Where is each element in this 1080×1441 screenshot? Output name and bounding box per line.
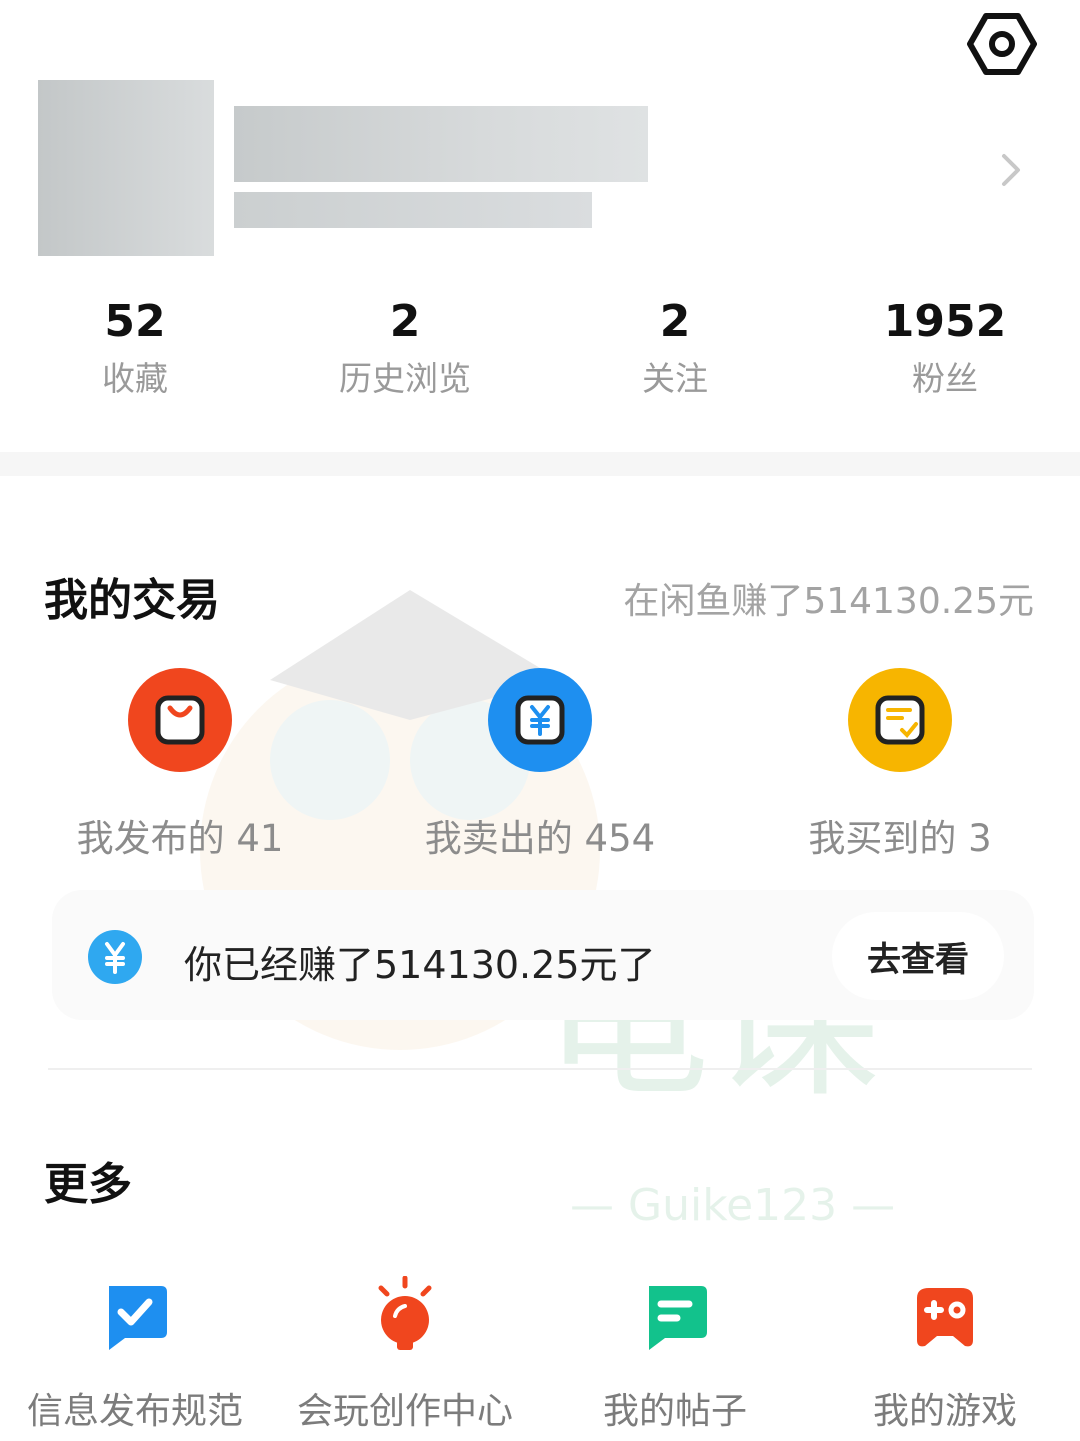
lightbulb-icon [365,1275,445,1356]
more-item-label: 我的帖子 [602,1391,747,1432]
username-blurred [234,106,648,182]
stat-favorites[interactable]: 52 收藏 [0,292,270,404]
check-badge-icon [95,1276,175,1356]
trades-earnings-summary: 在闲鱼赚了514130.25元 [623,581,1034,622]
stat-value: 52 [104,296,166,347]
watermark-subtext: — Guike123 — [570,1180,895,1231]
trades-title: 我的交易 [44,575,220,626]
more-item-my-games[interactable]: 我的游戏 [810,1276,1080,1434]
settings-button[interactable] [966,8,1038,80]
profile-stats: 52 收藏 2 历史浏览 2 关注 1952 粉丝 [0,292,1080,412]
user-subtitle-blurred [234,192,592,228]
divider-line [48,1068,1032,1070]
settings-icon [967,13,1037,75]
receipt-check-icon [848,668,952,772]
more-item-label: 信息发布规范 [26,1391,243,1432]
trade-item-bought[interactable]: 我买到的 3 [740,668,1060,862]
stat-label: 收藏 [102,359,168,398]
trade-item-sold[interactable]: 我卖出的 454 [380,668,700,862]
trade-item-published[interactable]: 我发布的 41 [20,668,340,862]
more-item-my-posts[interactable]: 我的帖子 [540,1276,810,1434]
yuan-card-icon [488,668,592,772]
shopping-bag-icon [128,668,232,772]
trade-item-label: 我买到的 3 [808,817,992,860]
view-earnings-button[interactable]: 去查看 [832,912,1004,1000]
more-item-creator-center[interactable]: 会玩创作中心 [270,1275,540,1434]
stat-history[interactable]: 2 历史浏览 [270,292,540,404]
stat-following[interactable]: 2 关注 [540,292,810,404]
trade-item-label: 我发布的 41 [76,817,284,860]
more-item-posting-rules[interactable]: 信息发布规范 [0,1276,270,1434]
earnings-text: 你已经赚了514130.25元了 [184,943,656,987]
chat-post-icon [635,1276,715,1356]
profile-chevron-right-icon[interactable] [996,150,1026,190]
more-title: 更多 [44,1159,132,1210]
stat-fans[interactable]: 1952 粉丝 [810,292,1080,404]
more-item-label: 我的游戏 [872,1391,1017,1432]
more-item-label: 会玩创作中心 [296,1391,513,1432]
gamepad-icon [905,1276,985,1356]
stat-value: 1952 [883,296,1007,347]
stat-value: 2 [389,296,421,347]
trade-item-label: 我卖出的 454 [424,817,656,860]
stat-label: 关注 [642,359,708,398]
yuan-circle-icon [88,930,142,984]
section-divider [0,452,1080,476]
stat-label: 历史浏览 [339,359,471,398]
stat-label: 粉丝 [912,359,978,398]
stat-value: 2 [659,296,691,347]
avatar[interactable] [38,80,214,256]
